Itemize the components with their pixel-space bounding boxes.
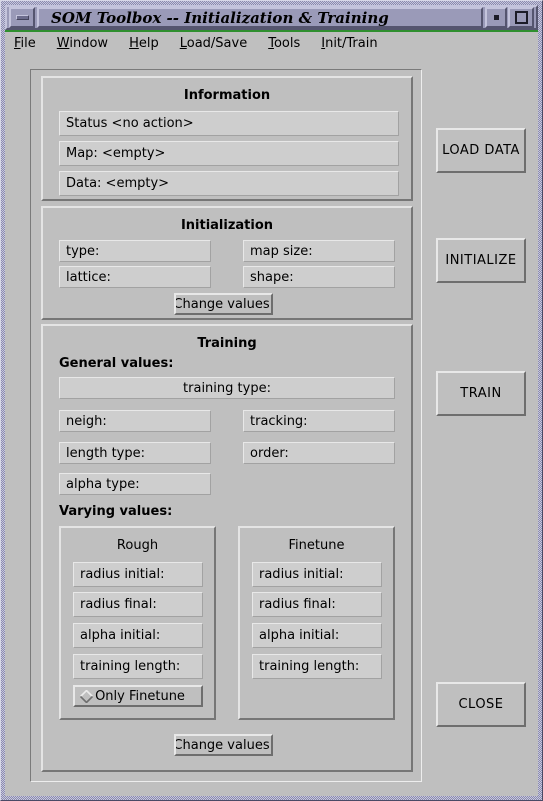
menu-item-help[interactable]: Help [129,36,159,51]
training-title: Training [197,336,257,351]
rough-radius-initial-field[interactable]: radius initial: [73,562,203,587]
initialization-title: Initialization [180,218,274,233]
tracking-field[interactable]: tracking: [243,410,395,432]
training-type-field[interactable]: training type: [59,377,395,399]
finetune-panel: Finetune radius initial: radius final: a… [238,526,395,720]
finetune-radius-initial-field[interactable]: radius initial: [252,562,382,587]
initialization-panel: Initialization type: map size: lattice: … [41,206,413,320]
finetune-radius-final-field[interactable]: radius final: [252,592,382,617]
restore-icon [493,15,499,20]
menu-label: ile [20,36,36,51]
window-frame: SOM Toolbox -- Initialization & Training… [0,0,543,801]
only-finetune-toggle[interactable]: Only Finetune [73,685,203,707]
information-title: Information [183,88,271,103]
menu-item-init-train[interactable]: Init/Train [321,36,377,51]
init-lattice-field[interactable]: lattice: [59,266,211,288]
init-type-field[interactable]: type: [59,240,211,262]
minimize-button[interactable] [9,7,35,28]
menu-bar: File Window Help Load/Save Tools Init/Tr… [5,30,538,55]
initialization-change-values-button[interactable]: Change values [174,293,273,315]
rough-alpha-initial-field[interactable]: alpha initial: [73,623,203,648]
rough-radius-final-field[interactable]: radius final: [73,592,203,617]
finetune-training-length-field[interactable]: training length: [252,654,382,679]
init-map-size-field[interactable]: map size: [243,240,395,262]
menu-item-file[interactable]: File [14,36,36,51]
window-title: SOM Toolbox -- Initialization & Training [37,7,483,28]
rough-training-length-field[interactable]: training length: [73,654,203,679]
panels-container: Information Status <no action> Map: <emp… [30,69,422,782]
window-title-text: SOM Toolbox -- Initialization & Training [51,8,389,27]
menu-mnemonic: W [56,36,70,51]
init-shape-field[interactable]: shape: [243,266,395,288]
load-data-button[interactable]: LOAD DATA [436,128,526,173]
data-field: Data: <empty> [59,171,399,196]
length-type-field[interactable]: length type: [59,442,211,464]
only-finetune-label: Only Finetune [95,688,185,704]
minimize-icon [15,15,29,20]
menu-mnemonic: H [129,36,139,51]
restore-button[interactable] [485,7,507,28]
neigh-field[interactable]: neigh: [59,410,211,432]
finetune-alpha-initial-field[interactable]: alpha initial: [252,623,382,648]
information-panel: Information Status <no action> Map: <emp… [41,76,413,201]
training-panel: Training General values: training type: … [41,324,413,772]
general-values-label: General values: [59,356,174,371]
training-change-values-button[interactable]: Change values [174,734,273,756]
maximize-icon [514,11,528,24]
maximize-button[interactable] [508,7,534,28]
menu-label: indow [69,36,109,51]
menu-label: oad/Save [186,36,248,51]
alpha-type-field[interactable]: alpha type: [59,473,211,495]
rough-panel: Rough radius initial: radius final: alph… [59,526,216,720]
initialize-button[interactable]: INITIALIZE [436,238,526,283]
client-area: Information Status <no action> Map: <emp… [5,55,538,796]
diamond-indicator-icon [80,689,93,703]
train-button[interactable]: TRAIN [436,371,526,416]
varying-values-label: Varying values: [59,504,173,519]
menu-label: nit/Train [325,36,378,51]
menu-mnemonic: L [179,36,187,51]
menu-label: ools [273,36,301,51]
menu-label: elp [138,36,159,51]
close-button[interactable]: CLOSE [436,682,526,727]
title-bar: SOM Toolbox -- Initialization & Training [5,5,538,30]
status-field: Status <no action> [59,111,399,136]
rough-title: Rough [116,538,159,553]
finetune-title: Finetune [288,538,345,553]
map-field: Map: <empty> [59,141,399,166]
menu-item-load-save[interactable]: Load/Save [180,36,247,51]
window-inner: SOM Toolbox -- Initialization & Training… [5,5,538,796]
menu-item-tools[interactable]: Tools [268,36,300,51]
menu-item-window[interactable]: Window [57,36,108,51]
order-field[interactable]: order: [243,442,395,464]
